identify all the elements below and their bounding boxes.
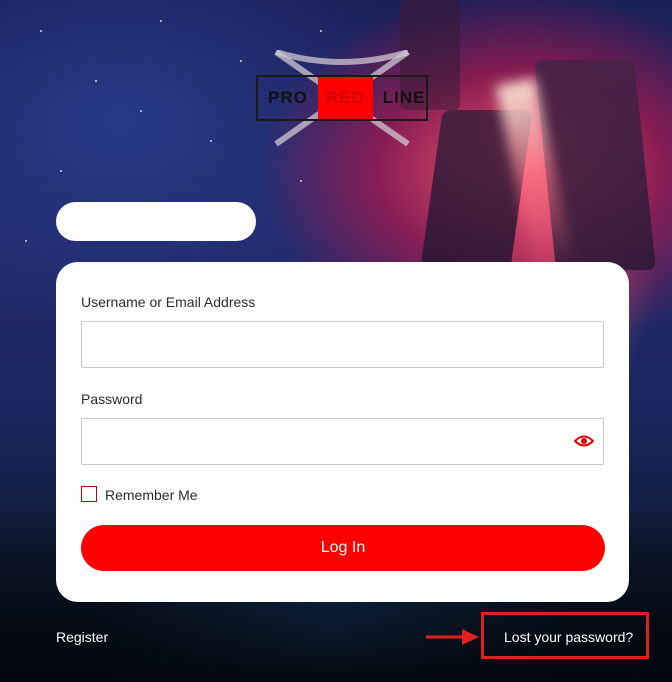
login-button[interactable]: Log In	[81, 525, 605, 571]
arrow-right-icon	[426, 629, 479, 645]
username-label: Username or Email Address	[81, 294, 256, 310]
logo-wordmark: PRO RED LINE	[256, 75, 428, 121]
remember-me-label: Remember Me	[105, 487, 198, 503]
username-input[interactable]	[81, 321, 604, 368]
register-link[interactable]: Register	[56, 629, 108, 645]
eye-icon[interactable]	[574, 434, 594, 448]
logo-word-line: LINE	[382, 88, 426, 107]
password-input[interactable]	[81, 418, 604, 465]
site-logo: PRO RED LINE	[256, 50, 430, 146]
lost-password-link[interactable]: Lost your password?	[504, 629, 633, 645]
blank-pill-banner	[56, 202, 256, 241]
logo-word-pro: PRO	[268, 88, 308, 107]
logo-word-red: RED	[317, 77, 373, 119]
remember-me-checkbox[interactable]	[81, 486, 97, 502]
password-label: Password	[81, 391, 143, 407]
login-form: Username or Email Address Password Remem…	[56, 262, 629, 602]
